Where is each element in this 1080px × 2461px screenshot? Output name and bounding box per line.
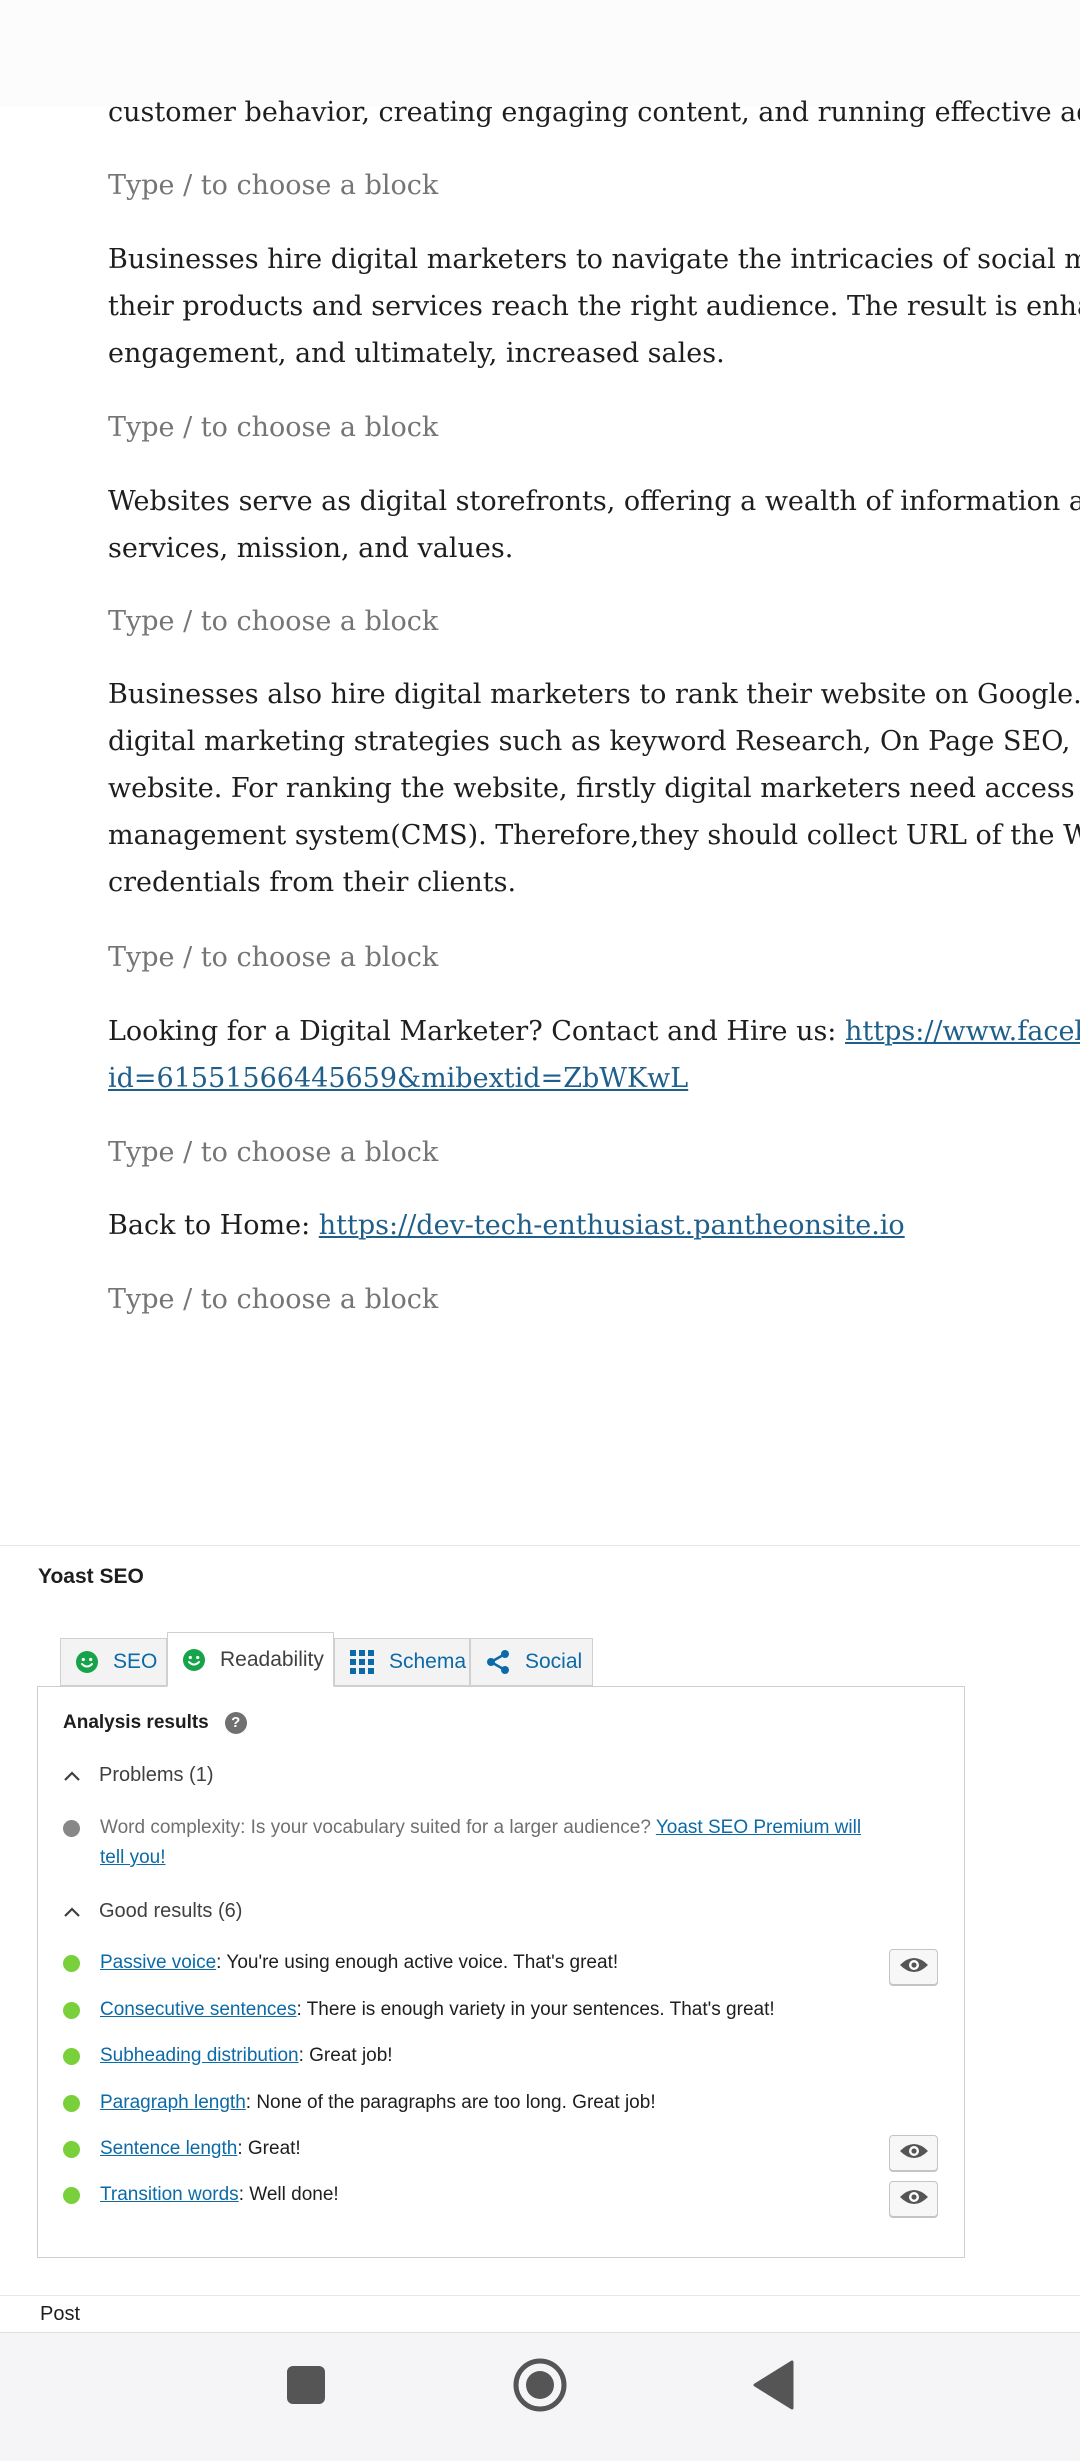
home-text: Back to Home: xyxy=(108,1210,319,1241)
tab-seo[interactable]: SEO xyxy=(60,1638,167,1686)
good-result-item: Consecutive sentences: There is enough v… xyxy=(63,1995,913,2025)
paragraph-line: management system(CMS). Therefore,they s… xyxy=(108,820,1080,851)
eye-icon xyxy=(899,1955,929,1980)
problem-text: Word complexity: Is your vocabulary suit… xyxy=(100,1817,656,1838)
problem-item: Word complexity: Is your vocabulary suit… xyxy=(63,1813,913,1873)
share-icon xyxy=(485,1649,511,1675)
tab-social[interactable]: Social xyxy=(470,1638,593,1686)
consecutive-sentences-link[interactable]: Consecutive sentences xyxy=(100,1999,296,2020)
back-triangle-icon xyxy=(752,2360,794,2415)
contact-text: Looking for a Digital Marketer? Contact … xyxy=(108,1016,845,1047)
smiley-icon xyxy=(75,1650,99,1674)
tab-label: Readability xyxy=(220,1647,324,1671)
eye-icon xyxy=(899,2187,929,2212)
subheading-distribution-link[interactable]: Subheading distribution xyxy=(100,2045,299,2066)
post-breadcrumb[interactable]: Post xyxy=(40,2303,80,2326)
problems-heading: Problems (1) xyxy=(99,1764,214,1786)
system-nav-bar xyxy=(0,2332,1080,2461)
good-result-item: Passive voice: You're using enough activ… xyxy=(63,1948,913,1978)
analysis-results-label: Analysis results xyxy=(63,1712,209,1733)
paragraph-line: Websites serve as digital storefronts, o… xyxy=(108,486,1080,517)
result-text: : There is enough variety in your senten… xyxy=(296,1999,775,2020)
paragraph-block[interactable]: Businesses also hire digital marketers t… xyxy=(108,671,1080,906)
tab-schema[interactable]: Schema xyxy=(334,1638,470,1686)
sentence-length-link[interactable]: Sentence length xyxy=(100,2138,237,2159)
result-text: : You're using enough active voice. That… xyxy=(216,1952,619,1973)
recent-apps-button[interactable] xyxy=(282,2363,330,2411)
back-button[interactable] xyxy=(750,2360,796,2415)
result-text: : Well done! xyxy=(238,2184,339,2205)
chevron-up-icon xyxy=(63,1906,81,1918)
result-text: : Great! xyxy=(237,2138,301,2159)
premium-link[interactable]: Yoast SEO Premium will xyxy=(656,1817,861,1838)
premium-link-continued[interactable]: tell you! xyxy=(100,1847,165,1868)
problems-toggle[interactable]: Problems (1) xyxy=(63,1764,213,1787)
result-text: : None of the paragraphs are too long. G… xyxy=(245,2092,656,2113)
square-icon xyxy=(286,2365,326,2410)
paragraph-length-link[interactable]: Paragraph length xyxy=(100,2092,246,2113)
green-bullet-icon xyxy=(63,2048,80,2065)
yoast-seo-title: Yoast SEO xyxy=(38,1565,144,1588)
green-bullet-icon xyxy=(63,2095,80,2112)
green-bullet-icon xyxy=(63,2141,80,2158)
good-results-heading: Good results (6) xyxy=(99,1900,243,1922)
block-placeholder[interactable]: Type / to choose a block xyxy=(108,598,438,645)
grid-icon xyxy=(349,1649,375,1675)
help-icon[interactable]: ? xyxy=(224,1712,247,1734)
paragraph-line: customer behavior, creating engaging con… xyxy=(108,97,1080,128)
contact-paragraph[interactable]: Looking for a Digital Marketer? Contact … xyxy=(108,1008,1080,1102)
tab-label: Schema xyxy=(389,1650,467,1673)
tab-label: SEO xyxy=(113,1650,158,1673)
transition-words-link[interactable]: Transition words xyxy=(100,2184,239,2205)
paragraph-line: Businesses also hire digital marketers t… xyxy=(108,679,1080,710)
highlight-sentence-length-button[interactable] xyxy=(889,2135,938,2171)
paragraph-block[interactable]: Websites serve as digital storefronts, o… xyxy=(108,478,1080,572)
passive-voice-link[interactable]: Passive voice xyxy=(100,1952,216,1973)
eye-icon xyxy=(899,2141,929,2166)
block-placeholder[interactable]: Type / to choose a block xyxy=(108,404,438,451)
good-result-item: Transition words: Well done! xyxy=(63,2180,913,2210)
green-bullet-icon xyxy=(63,2187,80,2204)
result-text: : Great job! xyxy=(298,2045,393,2066)
home-paragraph[interactable]: Back to Home: https://dev-tech-enthusias… xyxy=(108,1202,905,1249)
home-button[interactable] xyxy=(512,2357,568,2418)
editor-canvas[interactable]: customer behavior, creating engaging con… xyxy=(0,0,1080,1540)
block-placeholder[interactable]: Type / to choose a block xyxy=(108,1276,438,1323)
divider xyxy=(0,2295,1080,2296)
home-circle-icon xyxy=(512,2357,568,2418)
grey-bullet-icon xyxy=(63,1820,80,1837)
facebook-link[interactable]: https://www.facebook.cor xyxy=(845,1016,1080,1047)
paragraph-block[interactable]: Businesses hire digital marketers to nav… xyxy=(108,236,1080,377)
paragraph-line: digital marketing strategies such as key… xyxy=(108,726,1080,757)
good-result-item: Paragraph length: None of the paragraphs… xyxy=(63,2088,913,2118)
facebook-link-continued[interactable]: id=61551566445659&mibextid=ZbWKwL xyxy=(108,1063,688,1094)
green-bullet-icon xyxy=(63,1955,80,1972)
home-link[interactable]: https://dev-tech-enthusiast.pantheonsite… xyxy=(319,1210,905,1241)
analysis-results-heading: Analysis results ? xyxy=(63,1712,247,1734)
chevron-up-icon xyxy=(63,1770,81,1782)
good-results-toggle[interactable]: Good results (6) xyxy=(63,1900,242,1923)
highlight-transition-words-button[interactable] xyxy=(889,2181,938,2217)
block-placeholder[interactable]: Type / to choose a block xyxy=(108,162,438,209)
block-placeholder[interactable]: Type / to choose a block xyxy=(108,934,438,981)
paragraph-line: Businesses hire digital marketers to nav… xyxy=(108,244,1080,275)
good-result-item: Sentence length: Great! xyxy=(63,2134,913,2164)
paragraph-line: services, mission, and values. xyxy=(108,533,514,564)
smiley-icon xyxy=(182,1648,206,1672)
paragraph-line: engagement, and ultimately, increased sa… xyxy=(108,338,725,369)
tab-label: Social xyxy=(525,1650,583,1673)
paragraph-line: website. For ranking the website, firstl… xyxy=(108,773,1080,804)
green-bullet-icon xyxy=(63,2002,80,2019)
divider xyxy=(0,1545,1080,1546)
paragraph-line: credentials from their clients. xyxy=(108,867,517,898)
block-placeholder[interactable]: Type / to choose a block xyxy=(108,1129,438,1176)
paragraph-line: their products and services reach the ri… xyxy=(108,291,1080,322)
highlight-passive-voice-button[interactable] xyxy=(889,1949,938,1985)
good-result-item: Subheading distribution: Great job! xyxy=(63,2041,913,2071)
tab-readability[interactable]: Readability xyxy=(167,1632,334,1687)
paragraph-block[interactable]: customer behavior, creating engaging con… xyxy=(108,89,1080,136)
